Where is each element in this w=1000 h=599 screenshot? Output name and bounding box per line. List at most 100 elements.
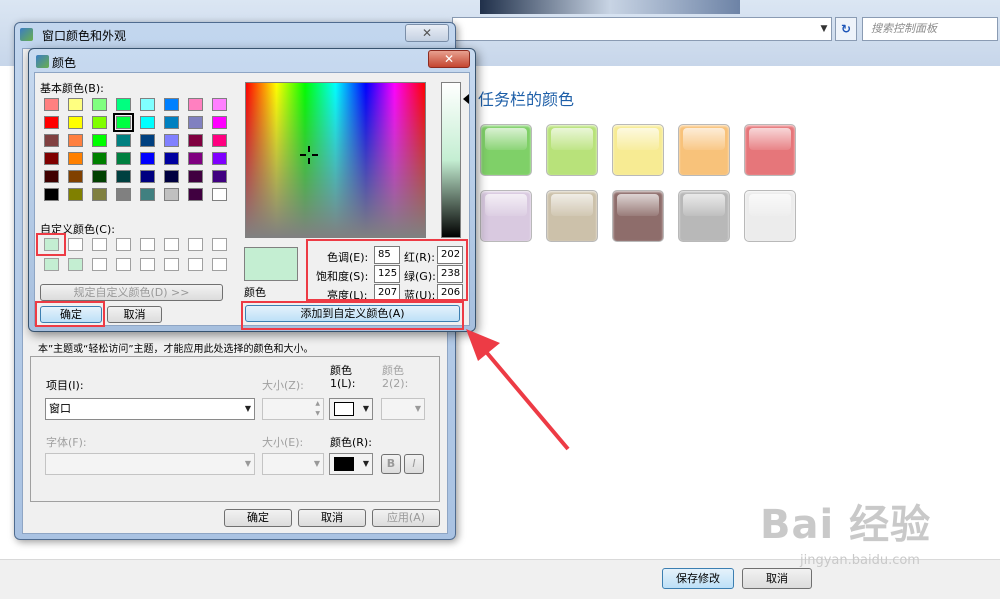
basic-color-cell[interactable] <box>116 188 131 201</box>
basic-color-cell[interactable] <box>44 134 59 147</box>
address-bar[interactable] <box>452 17 832 41</box>
basic-color-cell[interactable] <box>212 98 227 111</box>
item-select[interactable]: 窗口 ▼ <box>45 398 255 420</box>
basic-color-cell[interactable] <box>44 152 59 165</box>
custom-color-cell[interactable] <box>140 258 155 271</box>
basic-color-cell[interactable] <box>188 98 203 111</box>
luminosity-slider[interactable] <box>441 82 461 238</box>
basic-color-cell[interactable] <box>188 116 203 129</box>
basic-color-cell[interactable] <box>212 152 227 165</box>
basic-color-cell[interactable] <box>140 98 155 111</box>
custom-color-cell[interactable] <box>116 238 131 251</box>
item-label: 项目(I): <box>46 379 84 392</box>
basic-color-cell[interactable] <box>92 170 107 183</box>
dialog-title: 窗口颜色和外观 <box>42 29 127 43</box>
bold-button: B <box>381 454 401 474</box>
custom-color-cell[interactable] <box>92 258 107 271</box>
font-color-label: 颜色(R): <box>330 436 372 449</box>
color-cancel-button[interactable]: 取消 <box>107 306 162 323</box>
basic-color-cell[interactable] <box>116 98 131 111</box>
basic-colors-label: 基本颜色(B): <box>40 82 104 95</box>
basic-color-cell[interactable] <box>164 98 179 111</box>
basic-color-cell[interactable] <box>164 188 179 201</box>
color-swatch[interactable] <box>612 190 664 242</box>
custom-color-cell[interactable] <box>68 238 83 251</box>
color-dialog-icon <box>36 55 49 68</box>
color-swatch[interactable] <box>480 124 532 176</box>
basic-color-cell[interactable] <box>44 116 59 129</box>
custom-color-cell[interactable] <box>164 238 179 251</box>
basic-color-cell[interactable] <box>212 134 227 147</box>
custom-color-cell[interactable] <box>212 258 227 271</box>
basic-color-cell[interactable] <box>44 188 59 201</box>
search-input[interactable]: 搜索控制面板 <box>862 17 998 41</box>
font-color-picker[interactable]: ▼ <box>329 453 373 475</box>
basic-color-cell[interactable] <box>164 170 179 183</box>
basic-color-cell[interactable] <box>188 152 203 165</box>
basic-color-cell[interactable] <box>92 188 107 201</box>
color-swatch[interactable] <box>612 124 664 176</box>
basic-color-cell[interactable] <box>164 152 179 165</box>
luminosity-arrow-icon[interactable] <box>463 94 469 104</box>
basic-color-cell[interactable] <box>92 134 107 147</box>
basic-color-cell[interactable] <box>68 188 83 201</box>
cancel-button[interactable]: 取消 <box>742 568 812 589</box>
custom-color-cell[interactable] <box>140 238 155 251</box>
basic-color-cell[interactable] <box>92 152 107 165</box>
basic-color-cell[interactable] <box>140 134 155 147</box>
size-spinner: ▲ ▼ <box>262 398 324 420</box>
custom-color-cell[interactable] <box>188 258 203 271</box>
ok-button[interactable]: 确定 <box>224 509 292 527</box>
custom-color-cell[interactable] <box>116 258 131 271</box>
basic-color-cell[interactable] <box>188 170 203 183</box>
annotation-box-values <box>306 239 468 301</box>
color-swatch[interactable] <box>678 124 730 176</box>
color-spectrum[interactable] <box>245 82 426 238</box>
basic-color-cell[interactable] <box>140 116 155 129</box>
custom-color-cell[interactable] <box>164 258 179 271</box>
basic-color-cell[interactable] <box>92 116 107 129</box>
basic-color-cell[interactable] <box>140 170 155 183</box>
basic-color-cell[interactable] <box>116 152 131 165</box>
basic-color-cell[interactable] <box>68 134 83 147</box>
font-size-select: ▼ <box>262 453 324 475</box>
save-changes-button[interactable]: 保存修改 <box>662 568 734 589</box>
custom-color-cell[interactable] <box>92 238 107 251</box>
color-swatch[interactable] <box>744 190 796 242</box>
color-swatch[interactable] <box>744 124 796 176</box>
basic-color-cell[interactable] <box>116 170 131 183</box>
basic-color-cell[interactable] <box>164 116 179 129</box>
basic-color-cell[interactable] <box>212 116 227 129</box>
basic-color-cell[interactable] <box>188 134 203 147</box>
basic-color-cell[interactable] <box>68 98 83 111</box>
custom-color-cell[interactable] <box>68 258 83 271</box>
basic-color-cell[interactable] <box>140 152 155 165</box>
chevron-down-icon[interactable]: ▼ <box>816 17 832 41</box>
basic-color-cell[interactable] <box>92 98 107 111</box>
basic-color-cell[interactable] <box>188 188 203 201</box>
refresh-icon[interactable]: ↻ <box>835 17 857 41</box>
basic-color-cell[interactable] <box>140 188 155 201</box>
color1-picker[interactable]: ▼ <box>329 398 373 420</box>
basic-color-cell[interactable] <box>68 116 83 129</box>
basic-color-cell[interactable] <box>113 113 134 132</box>
close-icon[interactable]: ✕ <box>428 50 470 68</box>
custom-color-cell[interactable] <box>188 238 203 251</box>
basic-color-cell[interactable] <box>68 170 83 183</box>
basic-color-cell[interactable] <box>44 170 59 183</box>
custom-color-cell[interactable] <box>212 238 227 251</box>
basic-color-cell[interactable] <box>68 152 83 165</box>
basic-color-cell[interactable] <box>212 188 227 201</box>
color-swatch[interactable] <box>546 190 598 242</box>
basic-color-cell[interactable] <box>212 170 227 183</box>
color-swatch[interactable] <box>678 190 730 242</box>
custom-color-cell[interactable] <box>44 258 59 271</box>
basic-color-cell[interactable] <box>164 134 179 147</box>
cancel-button[interactable]: 取消 <box>298 509 366 527</box>
color-swatch[interactable] <box>480 190 532 242</box>
close-icon[interactable]: ✕ <box>405 24 449 42</box>
basic-color-cell[interactable] <box>116 134 131 147</box>
basic-color-cell[interactable] <box>44 98 59 111</box>
preview-label: 颜色 <box>244 286 266 299</box>
color-swatch[interactable] <box>546 124 598 176</box>
